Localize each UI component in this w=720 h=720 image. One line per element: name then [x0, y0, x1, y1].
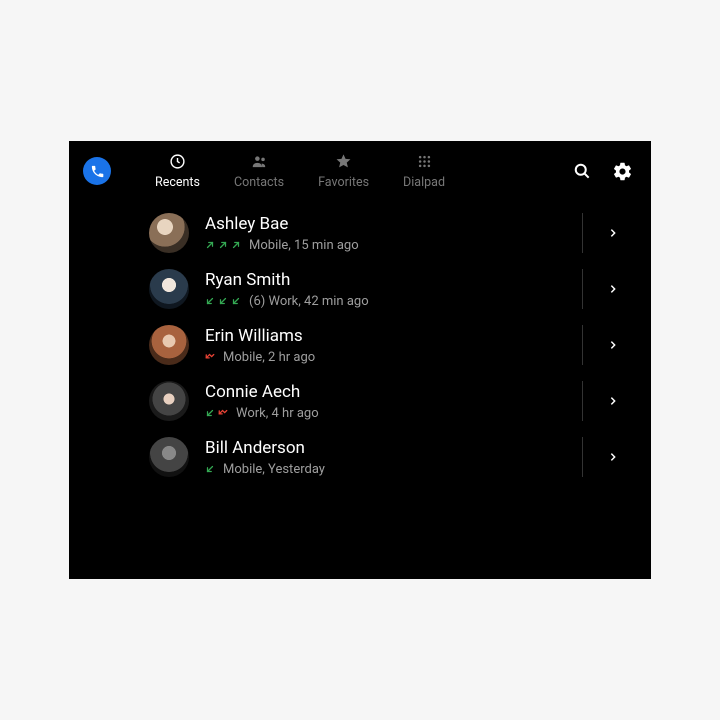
row-divider	[582, 381, 583, 421]
call-row[interactable]: Ryan Smith (6) Work, 42 min ago	[69, 261, 651, 317]
call-direction-icons	[205, 464, 215, 474]
tab-label: Dialpad	[403, 175, 445, 190]
star-icon	[335, 153, 352, 171]
call-details: Mobile, Yesterday	[223, 462, 325, 477]
call-subline: Mobile, 15 min ago	[205, 238, 560, 253]
tab-label: Favorites	[318, 175, 369, 190]
call-row[interactable]: Bill Anderson Mobile, Yesterday	[69, 429, 651, 485]
tab-label: Contacts	[234, 175, 284, 190]
avatar	[149, 213, 189, 253]
call-row[interactable]: Erin Williams Mobile, 2 hr ago	[69, 317, 651, 373]
call-row[interactable]: Connie Aech Work, 4 hr ago	[69, 373, 651, 429]
incoming-call-icon	[205, 408, 215, 418]
contact-name: Bill Anderson	[205, 438, 560, 458]
call-details: Work, 4 hr ago	[236, 406, 319, 421]
avatar	[149, 381, 189, 421]
tab-dialpad[interactable]: Dialpad	[403, 153, 445, 190]
chevron-right-icon[interactable]	[605, 337, 621, 353]
contact-name: Erin Williams	[205, 326, 560, 346]
call-subline: (6) Work, 42 min ago	[205, 294, 560, 309]
tab-favorites[interactable]: Favorites	[318, 153, 369, 190]
call-details: Mobile, 2 hr ago	[223, 350, 315, 365]
call-subline: Work, 4 hr ago	[205, 406, 560, 421]
incoming-call-icon	[231, 296, 241, 306]
tab-label: Recents	[155, 175, 200, 190]
call-content: Erin Williams Mobile, 2 hr ago	[205, 326, 560, 365]
people-icon	[250, 153, 269, 171]
top-bar: Recents Contacts Favorites	[69, 141, 651, 201]
clock-icon	[169, 153, 186, 171]
dialpad-icon	[417, 153, 432, 171]
tab-recents[interactable]: Recents	[155, 153, 200, 190]
call-content: Ashley Bae Mobile, 15 min ago	[205, 214, 560, 253]
call-direction-icons	[205, 352, 215, 362]
missed-call-icon	[205, 352, 215, 362]
call-direction-icons	[205, 408, 228, 418]
avatar	[149, 325, 189, 365]
row-divider	[582, 213, 583, 253]
tab-bar: Recents Contacts Favorites	[155, 153, 445, 190]
call-subline: Mobile, Yesterday	[205, 462, 560, 477]
contact-name: Ashley Bae	[205, 214, 560, 234]
outgoing-call-icon	[218, 240, 228, 250]
call-direction-icons	[205, 296, 241, 306]
call-details: (6) Work, 42 min ago	[249, 294, 369, 309]
contact-name: Ryan Smith	[205, 270, 560, 290]
chevron-right-icon[interactable]	[605, 281, 621, 297]
row-divider	[582, 437, 583, 477]
outgoing-call-icon	[205, 240, 215, 250]
call-details: Mobile, 15 min ago	[249, 238, 359, 253]
row-divider	[582, 325, 583, 365]
call-row[interactable]: Ashley Bae Mobile, 15 min ago	[69, 205, 651, 261]
row-divider	[582, 269, 583, 309]
chevron-right-icon[interactable]	[605, 393, 621, 409]
incoming-call-icon	[205, 296, 215, 306]
call-direction-icons	[205, 240, 241, 250]
call-subline: Mobile, 2 hr ago	[205, 350, 560, 365]
chevron-right-icon[interactable]	[605, 225, 621, 241]
outgoing-call-icon	[231, 240, 241, 250]
recents-list: Ashley Bae Mobile, 15 min ago Ryan Smith (6…	[69, 201, 651, 485]
search-icon[interactable]	[571, 160, 593, 182]
incoming-call-icon	[218, 296, 228, 306]
avatar	[149, 269, 189, 309]
missed-call-icon	[218, 408, 228, 418]
tab-contacts[interactable]: Contacts	[234, 153, 284, 190]
phone-app-icon	[83, 157, 111, 185]
avatar	[149, 437, 189, 477]
call-content: Ryan Smith (6) Work, 42 min ago	[205, 270, 560, 309]
gear-icon[interactable]	[611, 160, 633, 182]
call-content: Bill Anderson Mobile, Yesterday	[205, 438, 560, 477]
call-content: Connie Aech Work, 4 hr ago	[205, 382, 560, 421]
chevron-right-icon[interactable]	[605, 449, 621, 465]
incoming-call-icon	[205, 464, 215, 474]
phone-app-window: Recents Contacts Favorites	[69, 141, 651, 579]
contact-name: Connie Aech	[205, 382, 560, 402]
